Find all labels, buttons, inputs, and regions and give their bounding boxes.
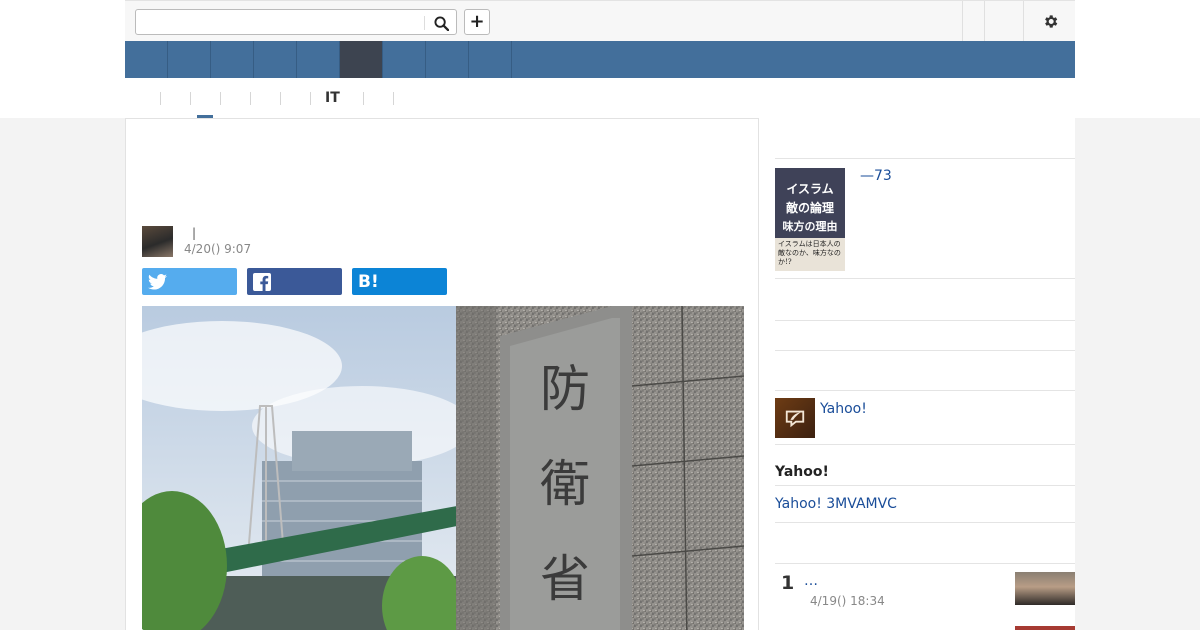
header-divider (1023, 1, 1024, 41)
quill-icon (785, 410, 805, 428)
twitter-share-button[interactable] (142, 268, 237, 295)
sidebar-divider (775, 278, 1075, 279)
facebook-share-button[interactable] (247, 268, 342, 295)
notice-icon[interactable] (775, 398, 815, 438)
subnav-divider (160, 92, 161, 105)
sidebar-divider (775, 390, 1075, 391)
gear-icon (1044, 14, 1057, 28)
search-separator (424, 16, 425, 30)
search-input[interactable] (140, 12, 420, 32)
plus-icon: + (469, 11, 485, 32)
sidebar-divider (775, 158, 1075, 159)
sidebar-divider (775, 563, 1075, 564)
sidebar-divider (775, 444, 1075, 445)
search-button[interactable] (431, 13, 451, 33)
subnav-item-it[interactable]: IT (325, 90, 340, 106)
nav-item[interactable] (383, 41, 426, 78)
ranking-link[interactable]: … (804, 573, 818, 589)
article-photo: 防 衛 省 (142, 306, 744, 630)
nav-item[interactable] (254, 41, 297, 78)
book-cover-image[interactable]: イスラム 敵の論理 味方の理由 イスラムは日本人の敵なのか、味方なのか!? (775, 168, 845, 271)
nav-item[interactable] (469, 41, 512, 78)
facebook-icon (253, 272, 271, 291)
sidebar-divider (775, 522, 1075, 523)
ministry-of-defense-photo: 防 衛 省 (142, 306, 744, 630)
search-box (135, 9, 457, 35)
photo-character: 衛 (540, 455, 590, 513)
subnav-divider (393, 92, 394, 105)
sidebar-divider (775, 320, 1075, 321)
photo-character: 省 (540, 550, 590, 608)
book-cover-line: イスラム (786, 182, 834, 196)
sidebar-divider (775, 485, 1075, 486)
top-bar: + IT (0, 0, 1200, 119)
nav-item[interactable] (297, 41, 340, 78)
twitter-icon (148, 273, 167, 290)
ranking-thumbnail[interactable] (1015, 572, 1075, 605)
author-avatar[interactable] (142, 226, 173, 257)
add-button[interactable]: + (464, 9, 490, 35)
article-date: 4/20() 9:07 (184, 242, 252, 256)
subnav-divider (220, 92, 221, 105)
subnav-divider (280, 92, 281, 105)
book-link[interactable]: —73 (860, 168, 892, 184)
sidebar-section-heading: Yahoo! (775, 464, 829, 480)
book-cover-line: 味方の理由 (782, 220, 838, 233)
ranking-thumbnail[interactable] (1015, 626, 1075, 630)
settings-button[interactable] (1025, 8, 1075, 34)
subnav-divider (310, 92, 311, 105)
hatena-bookmark-button[interactable]: B! (352, 268, 447, 295)
search-icon (433, 15, 449, 31)
nav-item-active[interactable] (340, 41, 383, 78)
book-cover-line: 敵の論理 (785, 201, 834, 215)
notice-link[interactable]: Yahoo! (820, 401, 867, 417)
search-header: + (125, 0, 1075, 41)
nav-item[interactable] (125, 41, 168, 78)
hatena-icon: B! (358, 271, 379, 292)
header-divider (962, 1, 963, 41)
nav-item[interactable] (211, 41, 254, 78)
book-cover-small: イスラムは日本人の敵なのか、味方なのか!? (775, 238, 845, 271)
category-nav (125, 41, 1075, 78)
subnav-divider (363, 92, 364, 105)
author-line: | (184, 226, 196, 240)
promo-link[interactable]: Yahoo! 3MVAMVC (775, 496, 897, 512)
author-separator: | (192, 226, 197, 240)
nav-item[interactable] (168, 41, 211, 78)
photo-character: 防 (540, 360, 590, 418)
sidebar-divider (775, 350, 1075, 351)
article: | 4/20() 9:07 B! 防 衛 省 (125, 118, 759, 630)
subnav-divider (190, 92, 191, 105)
subnav-divider (250, 92, 251, 105)
sub-nav: IT (125, 78, 1075, 119)
sidebar: イスラム 敵の論理 味方の理由 イスラムは日本人の敵なのか、味方なのか!? —7… (759, 118, 1075, 630)
nav-item[interactable] (426, 41, 469, 78)
header-divider (984, 1, 985, 41)
ranking-date: 4/19() 18:34 (810, 594, 885, 608)
ranking-number: 1 (781, 572, 795, 594)
